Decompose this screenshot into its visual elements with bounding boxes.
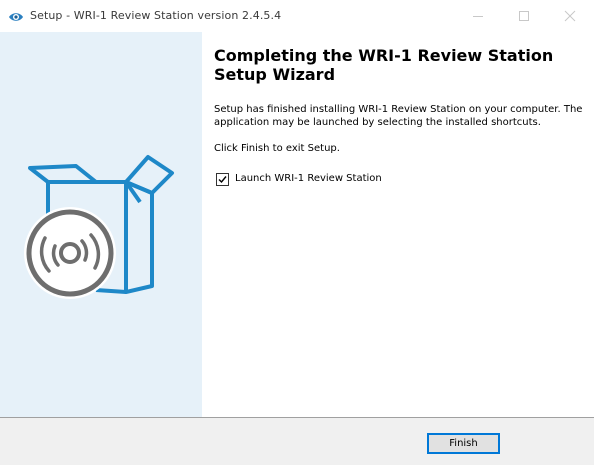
close-button[interactable] <box>547 0 593 32</box>
exit-hint: Click Finish to exit Setup. <box>214 143 340 154</box>
minimize-button[interactable] <box>455 0 501 32</box>
window-title: Setup - WRI-1 Review Station version 2.4… <box>30 9 282 22</box>
launch-checkbox[interactable] <box>216 173 229 186</box>
setup-wizard-window: Setup - WRI-1 Review Station version 2.4… <box>0 0 594 465</box>
wizard-content: Completing the WRI-1 Review Station Setu… <box>202 32 594 417</box>
completion-message: Setup has finished installing WRI-1 Revi… <box>214 104 583 128</box>
checkmark-icon <box>218 176 227 184</box>
page-title: Completing the WRI-1 Review Station Setu… <box>214 46 554 84</box>
software-box-with-disc-icon <box>24 155 174 299</box>
eye-icon <box>8 9 24 23</box>
wizard-footer: Finish <box>0 417 594 465</box>
title-bar[interactable]: Setup - WRI-1 Review Station version 2.4… <box>0 0 594 32</box>
maximize-button[interactable] <box>501 0 547 32</box>
wizard-banner <box>0 32 202 417</box>
finish-button[interactable]: Finish <box>427 433 500 454</box>
launch-checkbox-label[interactable]: Launch WRI-1 Review Station <box>235 173 382 184</box>
